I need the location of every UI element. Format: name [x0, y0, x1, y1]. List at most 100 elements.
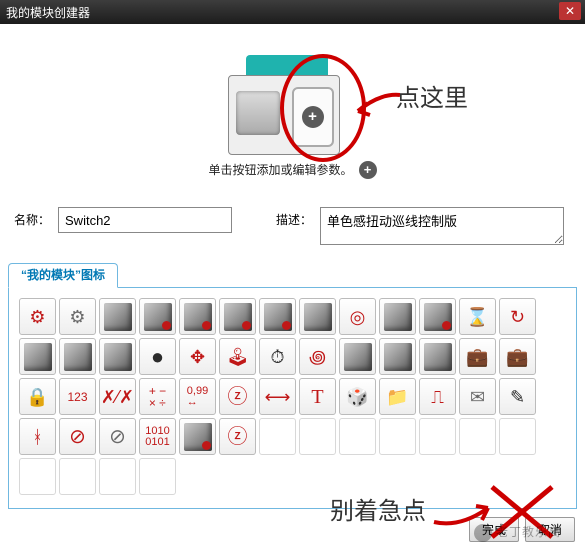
- icon-option[interactable]: ⌛: [459, 298, 496, 335]
- icon-option-empty[interactable]: [139, 458, 176, 495]
- icon-option-empty[interactable]: [59, 458, 96, 495]
- icon-option[interactable]: ⚙: [19, 298, 56, 335]
- close-button[interactable]: ✕: [559, 2, 581, 20]
- name-input[interactable]: [58, 207, 232, 233]
- text-icon: T: [311, 387, 323, 407]
- cube-icon: [64, 343, 92, 371]
- icon-option[interactable]: ✗⁄✗: [99, 378, 136, 415]
- icon-option[interactable]: 🔒: [19, 378, 56, 415]
- decimal-icon: 0,99↔: [187, 386, 208, 408]
- device-icon: [424, 343, 452, 371]
- icon-option[interactable]: [419, 338, 456, 375]
- icon-option[interactable]: ꩜: [299, 338, 336, 375]
- icon-option[interactable]: [19, 338, 56, 375]
- icon-option[interactable]: [379, 338, 416, 375]
- icon-option[interactable]: ⓩ: [219, 418, 256, 455]
- dialog-footer: 完成 取消: [469, 517, 575, 542]
- icon-option[interactable]: 📁: [379, 378, 416, 415]
- icon-option[interactable]: [259, 298, 296, 335]
- icon-option[interactable]: [379, 298, 416, 335]
- window-title: 我的模块创建器: [6, 4, 90, 21]
- icon-option[interactable]: ↻: [499, 298, 536, 335]
- dpad-icon: ✥: [190, 348, 205, 366]
- icon-option-empty[interactable]: [499, 418, 536, 455]
- icon-option[interactable]: 0,99↔: [179, 378, 216, 415]
- joystick-icon: 🕹: [226, 348, 249, 366]
- operators-icon: + −× ÷: [149, 385, 166, 409]
- icon-option-empty[interactable]: [259, 418, 296, 455]
- icon-option[interactable]: ●: [139, 338, 176, 375]
- close-icon: ✕: [565, 4, 575, 18]
- icon-option-empty[interactable]: [419, 418, 456, 455]
- icon-option-empty[interactable]: [379, 418, 416, 455]
- icon-option[interactable]: T: [299, 378, 336, 415]
- hint-text-row: 单击按钮添加或编辑参数。 +: [208, 161, 376, 179]
- icon-option[interactable]: [299, 298, 336, 335]
- icon-option[interactable]: ◎: [339, 298, 376, 335]
- width-icon: ⟷: [265, 388, 291, 406]
- icon-option[interactable]: ⊘: [99, 418, 136, 455]
- robot-icon: [24, 343, 52, 371]
- dice-icon: 🎲: [346, 388, 368, 406]
- icon-option[interactable]: ✎: [499, 378, 536, 415]
- icon-option[interactable]: [59, 338, 96, 375]
- icon-option[interactable]: [179, 418, 216, 455]
- sensor-alt-icon: [384, 343, 412, 371]
- icon-option[interactable]: 🎲: [339, 378, 376, 415]
- icon-grid: ⚙ ⚙ ◎ ⌛ ↻ ● ✥ 🕹 ⏱ ꩜ 💼 💼 🔒 123 ✗⁄✗ + −× ÷…: [19, 298, 559, 495]
- icon-option[interactable]: 🕹: [219, 338, 256, 375]
- icon-option[interactable]: ✥: [179, 338, 216, 375]
- block-preview: +: [228, 55, 358, 155]
- icon-option[interactable]: 💼: [499, 338, 536, 375]
- pencil-icon: ✎: [510, 388, 525, 406]
- plus-icon: +: [302, 106, 324, 128]
- motor-group-icon: [264, 303, 292, 331]
- icon-option[interactable]: ⟷: [259, 378, 296, 415]
- icon-option[interactable]: 💼: [459, 338, 496, 375]
- icon-option[interactable]: ⊘: [59, 418, 96, 455]
- icon-option-empty[interactable]: [19, 458, 56, 495]
- gears-icon: ⚙: [29, 308, 45, 326]
- briefcase-icon: 💼: [466, 348, 488, 366]
- icon-option[interactable]: ⚙: [59, 298, 96, 335]
- icon-option-empty[interactable]: [99, 458, 136, 495]
- icon-option-empty[interactable]: [459, 418, 496, 455]
- icon-option-empty[interactable]: [339, 418, 376, 455]
- name-label: 名称：: [14, 207, 50, 228]
- icon-option[interactable]: [419, 298, 456, 335]
- spinner-icon: ꩜: [309, 348, 326, 366]
- icon-option[interactable]: 10100101: [139, 418, 176, 455]
- form-row: 名称： 描述：: [0, 199, 585, 253]
- icon-option[interactable]: [219, 298, 256, 335]
- icon-option[interactable]: [179, 298, 216, 335]
- icon-option[interactable]: ✉: [459, 378, 496, 415]
- hourglass-icon: ⌛: [466, 308, 488, 326]
- icon-option[interactable]: ᚼ: [19, 418, 56, 455]
- gears-icon: ⚙: [69, 308, 85, 326]
- icon-option[interactable]: [99, 338, 136, 375]
- icon-option[interactable]: [99, 298, 136, 335]
- icon-option[interactable]: [339, 338, 376, 375]
- add-parameter-slot[interactable]: +: [292, 87, 334, 147]
- icon-option-empty[interactable]: [299, 418, 336, 455]
- cube-alt-icon: [104, 343, 132, 371]
- icon-option[interactable]: [139, 298, 176, 335]
- icon-option[interactable]: ⓩ: [219, 378, 256, 415]
- icon-option[interactable]: 123: [59, 378, 96, 415]
- target-icon: ◎: [350, 308, 366, 326]
- icon-option[interactable]: ⏱: [259, 338, 296, 375]
- tab-strip: “我的模块”图标: [8, 263, 577, 288]
- motor-icon: [144, 303, 172, 331]
- title-bar: 我的模块创建器 ✕: [0, 0, 585, 24]
- icon-option[interactable]: + −× ÷: [139, 378, 176, 415]
- sensor-icon: [344, 343, 372, 371]
- icon-option[interactable]: ⎍: [419, 378, 456, 415]
- tab-myblock-icon[interactable]: “我的模块”图标: [8, 263, 118, 288]
- description-input[interactable]: [320, 207, 564, 245]
- hint-plus-icon[interactable]: +: [359, 161, 377, 179]
- stopwatch-icon: ⏱: [270, 348, 284, 366]
- cancel-button[interactable]: 取消: [525, 517, 575, 542]
- folder-icon: 📁: [386, 388, 408, 406]
- finish-button[interactable]: 完成: [469, 517, 519, 542]
- binary-icon: 10100101: [145, 426, 169, 448]
